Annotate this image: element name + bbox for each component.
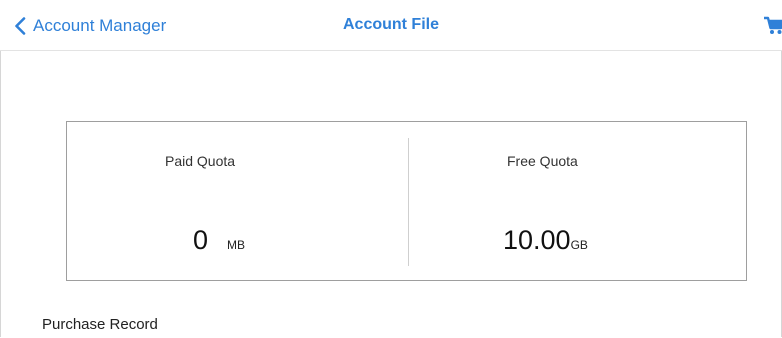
paid-quota-label: Paid Quota bbox=[165, 153, 236, 169]
free-quota-amount: 10.00 bbox=[503, 225, 571, 255]
quota-panel: Paid Quota 0 MB Free Quota 10.00GB bbox=[66, 121, 747, 281]
paid-quota-amount: 0 bbox=[193, 225, 209, 255]
back-button[interactable]: Account Manager bbox=[14, 13, 166, 39]
quota-divider bbox=[408, 138, 409, 266]
free-quota-label: Free Quota bbox=[507, 153, 578, 169]
chevron-left-icon bbox=[15, 17, 26, 35]
free-quota-unit: GB bbox=[570, 238, 588, 252]
paid-quota-value: 0 MB bbox=[193, 225, 245, 256]
cart-icon[interactable] bbox=[764, 16, 782, 36]
free-quota-value: 10.00GB bbox=[503, 225, 588, 256]
paid-quota-unit: MB bbox=[227, 238, 246, 252]
navigation-bar: Account Manager Account File bbox=[0, 0, 782, 51]
back-button-label: Account Manager bbox=[33, 16, 167, 35]
purchase-record-title: Purchase Record bbox=[42, 316, 158, 333]
